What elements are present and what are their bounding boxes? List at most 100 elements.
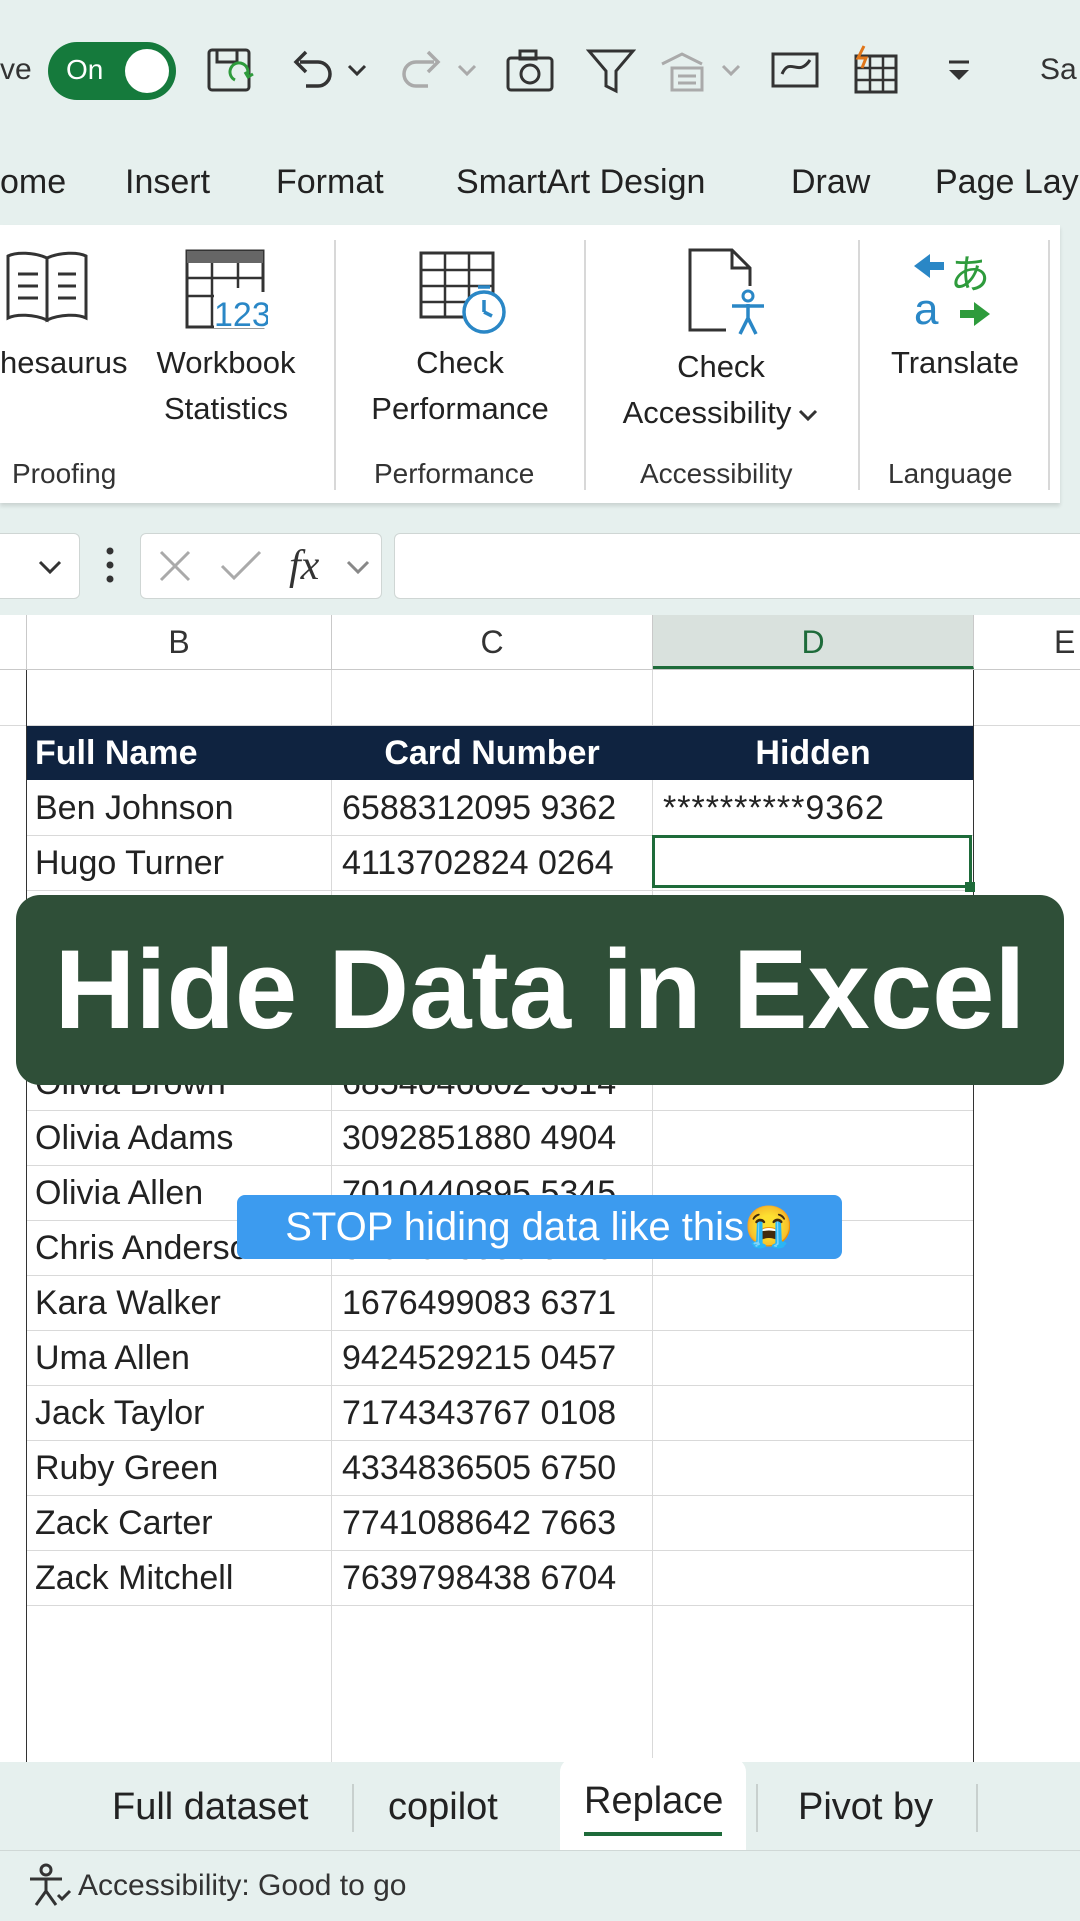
check-performance-line2: Performance xyxy=(371,391,549,426)
cell-card-number[interactable]: 4113702824 0264 xyxy=(342,836,614,890)
cell-card-number[interactable]: 7174343767 0108 xyxy=(342,1386,616,1440)
cell-card-number[interactable]: 9424529215 0457 xyxy=(342,1331,616,1385)
caption-bubble: STOP hiding data like this😭 xyxy=(237,1195,842,1259)
cell-card-number[interactable]: 7639798438 6704 xyxy=(342,1551,616,1605)
more-options-icon[interactable] xyxy=(104,545,116,585)
column-header-d[interactable]: D xyxy=(653,615,974,669)
banner-title: Hide Data in Excel xyxy=(54,927,1026,1052)
thesaurus-button[interactable]: hesaurus xyxy=(0,340,128,386)
sheet-tab-full-dataset[interactable]: Full dataset xyxy=(112,1786,308,1829)
active-tab-underline xyxy=(584,1832,722,1836)
group-separator xyxy=(334,240,336,490)
check-accessibility-button[interactable]: Check Accessibility xyxy=(608,344,834,436)
cell-card-number[interactable]: 6588312095 9362 xyxy=(342,781,616,835)
form-icon[interactable] xyxy=(658,50,708,94)
camera-icon[interactable] xyxy=(505,48,555,94)
filter-icon[interactable] xyxy=(586,46,636,96)
tab-smartart-design[interactable]: SmartArt Design xyxy=(456,163,705,202)
title-banner: Hide Data in Excel xyxy=(16,895,1064,1085)
workbook-statistics-line2: Statistics xyxy=(163,391,289,426)
cell-card-number[interactable]: 4334836505 6750 xyxy=(342,1441,616,1495)
cell-full-name[interactable]: Olivia Allen xyxy=(35,1166,203,1220)
translate-button[interactable]: Translate xyxy=(880,340,1030,386)
table-row: Zack Carter 7741088642 7663 xyxy=(27,1496,973,1551)
cell-full-name[interactable]: Hugo Turner xyxy=(35,836,224,890)
selected-cell[interactable] xyxy=(652,835,972,888)
undo-dropdown-icon[interactable] xyxy=(346,62,368,78)
check-performance-icon[interactable] xyxy=(418,250,508,336)
toggle-knob xyxy=(125,49,169,93)
enter-icon[interactable] xyxy=(219,548,263,584)
tab-home[interactable]: ome xyxy=(0,163,66,202)
tab-draw[interactable]: Draw xyxy=(791,163,870,202)
table-row: Uma Allen 9424529215 0457 xyxy=(27,1331,973,1386)
thesaurus-icon[interactable] xyxy=(4,250,90,324)
cell-full-name[interactable]: Ruby Green xyxy=(35,1441,218,1495)
tab-format[interactable]: Format xyxy=(276,163,384,202)
svg-text:123: 123 xyxy=(214,296,268,332)
sheet-tab-pivot-by[interactable]: Pivot by xyxy=(798,1786,933,1829)
formula-buttons: fx xyxy=(140,533,382,599)
save-icon[interactable] xyxy=(205,46,257,98)
header-hidden[interactable]: Hidden xyxy=(653,726,973,780)
accessibility-status[interactable]: Accessibility: Good to go xyxy=(78,1869,407,1903)
header-card-number[interactable]: Card Number xyxy=(332,726,652,780)
check-performance-line1: Check xyxy=(416,345,504,380)
workbook-statistics-button[interactable]: Workbook Statistics xyxy=(140,340,312,432)
cell-full-name[interactable]: Kara Walker xyxy=(35,1276,221,1330)
insert-function-icon[interactable]: fx xyxy=(289,542,319,590)
cancel-icon[interactable] xyxy=(157,548,193,584)
cell-full-name[interactable]: Zack Mitchell xyxy=(35,1551,233,1605)
cell-full-name[interactable]: Jack Taylor xyxy=(35,1386,204,1440)
cell-full-name[interactable]: Ben Johnson xyxy=(35,781,234,835)
cell-card-number[interactable]: 1676499083 6371 xyxy=(342,1276,616,1330)
attach-icon[interactable] xyxy=(770,48,822,92)
cell-full-name[interactable]: Chris Anderson xyxy=(35,1221,267,1275)
sheet-tabs-bar: Full dataset copilot Replace Pivot by xyxy=(0,1758,1080,1850)
header-full-name[interactable]: Full Name xyxy=(35,726,197,780)
fill-handle[interactable] xyxy=(965,882,975,892)
undo-icon[interactable] xyxy=(288,46,336,98)
cell-full-name[interactable]: Zack Carter xyxy=(35,1496,213,1550)
cell-card-number[interactable]: 7741088642 7663 xyxy=(342,1496,616,1550)
cell-card-number[interactable]: 3092851880 4904 xyxy=(342,1111,616,1165)
autosave-toggle[interactable]: On xyxy=(48,42,176,100)
formula-bar-area: fx xyxy=(0,515,1080,615)
redo-icon[interactable] xyxy=(398,46,446,98)
workbook-statistics-icon[interactable]: 123 xyxy=(184,248,268,332)
table-row: Jack Taylor 7174343767 0108 xyxy=(27,1386,973,1441)
translate-icon[interactable]: a あ xyxy=(910,248,994,332)
cell-full-name[interactable]: Olivia Adams xyxy=(35,1111,233,1165)
cell-full-name[interactable]: Uma Allen xyxy=(35,1331,190,1385)
check-performance-button[interactable]: Check Performance xyxy=(355,340,565,432)
check-accessibility-line1: Check xyxy=(677,349,765,384)
sheet-tab-copilot[interactable]: copilot xyxy=(388,1786,498,1829)
tab-insert[interactable]: Insert xyxy=(125,163,210,202)
search-partial[interactable]: Sa xyxy=(1040,53,1077,87)
check-accessibility-line2: Accessibility xyxy=(608,390,834,436)
formula-input[interactable] xyxy=(394,533,1080,599)
column-header-c[interactable]: C xyxy=(332,615,653,669)
name-box[interactable] xyxy=(0,533,80,599)
form-dropdown-icon[interactable] xyxy=(720,62,742,78)
redo-dropdown-icon[interactable] xyxy=(456,62,478,78)
workbook-statistics-line1: Workbook xyxy=(156,345,296,380)
flash-fill-icon[interactable] xyxy=(850,44,902,96)
column-header-a[interactable] xyxy=(0,615,27,669)
customize-toolbar-icon[interactable] xyxy=(945,58,973,84)
group-label-accessibility: Accessibility xyxy=(640,458,793,489)
sheet-tab-replace[interactable]: Replace xyxy=(560,1758,746,1850)
tab-divider xyxy=(352,1784,354,1832)
table-row: Kara Walker 1676499083 6371 xyxy=(27,1276,973,1331)
chevron-down-icon[interactable] xyxy=(37,558,63,576)
tab-page-layout[interactable]: Page Lay xyxy=(935,163,1079,202)
tab-divider xyxy=(756,1784,758,1832)
column-header-b[interactable]: B xyxy=(27,615,332,669)
column-header-e[interactable]: E xyxy=(974,615,1080,669)
check-accessibility-icon[interactable] xyxy=(686,246,770,338)
chevron-down-icon[interactable] xyxy=(797,407,819,423)
chevron-down-icon[interactable] xyxy=(345,558,371,576)
accessibility-icon[interactable] xyxy=(26,1861,72,1907)
group-separator xyxy=(1048,240,1050,490)
cell-hidden[interactable]: **********9362 xyxy=(663,781,885,835)
